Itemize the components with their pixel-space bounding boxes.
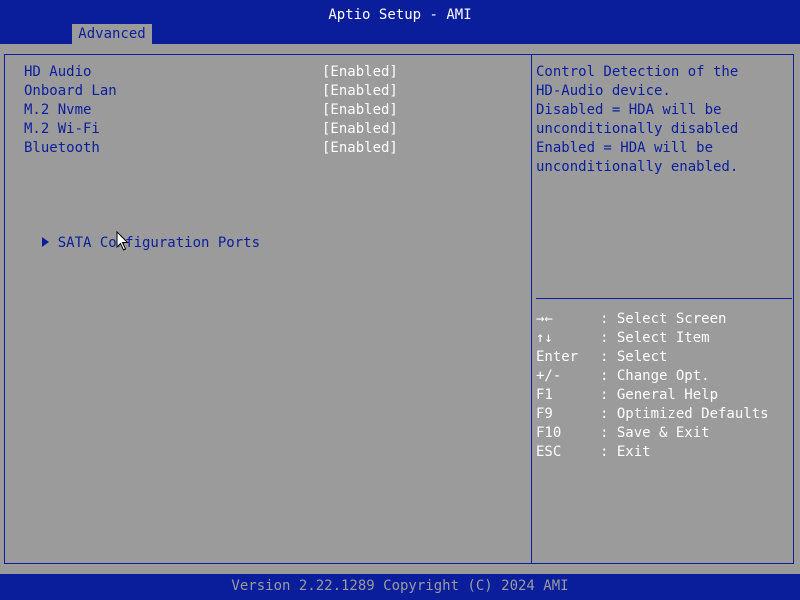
footer-bar: Version 2.22.1289 Copyright (C) 2024 AMI: [0, 574, 800, 600]
key-name: →←: [536, 311, 553, 327]
key-row-change-opt: +/- : Change Opt.: [536, 367, 792, 386]
setting-value[interactable]: [Enabled]: [322, 82, 398, 101]
app-title: Aptio Setup - AMI: [328, 7, 472, 23]
help-line: unconditionally enabled.: [536, 159, 739, 175]
help-line: HD-Audio device.: [536, 83, 671, 99]
key-row-select: Enter : Select: [536, 348, 792, 367]
key-desc: : Select Item: [600, 330, 710, 346]
key-desc: : Save & Exit: [600, 425, 710, 441]
key-desc: : Select: [600, 349, 668, 365]
key-row-save-exit: F10 : Save & Exit: [536, 424, 792, 443]
key-row-optimized-defaults: F9 : Optimized Defaults: [536, 405, 792, 424]
key-desc: : Exit: [600, 444, 651, 460]
help-text: Control Detection of the HD-Audio device…: [536, 63, 790, 177]
setting-row-m2-nvme[interactable]: M.2 Nvme [Enabled]: [24, 101, 404, 120]
setting-value[interactable]: [Enabled]: [322, 63, 398, 82]
key-desc: : General Help: [600, 387, 719, 403]
setting-label: Bluetooth: [24, 140, 100, 156]
setting-value[interactable]: [Enabled]: [322, 139, 398, 158]
key-name: ESC: [536, 444, 562, 460]
setting-value[interactable]: [Enabled]: [322, 101, 398, 120]
help-divider-horizontal: [536, 298, 792, 299]
key-desc: : Change Opt.: [600, 368, 710, 384]
key-name: F9: [536, 406, 553, 422]
settings-list: HD Audio [Enabled] Onboard Lan [Enabled]…: [24, 63, 404, 158]
key-row-select-screen: →← : Select Screen: [536, 310, 792, 329]
key-desc: : Optimized Defaults: [600, 406, 769, 422]
submenu-sata-configuration-ports[interactable]: SATA Configuration Ports: [8, 215, 260, 272]
setting-row-m2-wifi[interactable]: M.2 Wi-Fi [Enabled]: [24, 120, 404, 139]
help-line: Control Detection of the: [536, 64, 739, 80]
setting-label: M.2 Nvme: [24, 102, 92, 118]
key-name: Enter: [536, 349, 579, 365]
key-row-general-help: F1 : General Help: [536, 386, 792, 405]
setting-row-onboard-lan[interactable]: Onboard Lan [Enabled]: [24, 82, 404, 101]
key-row-select-item: ↑↓ : Select Item: [536, 329, 792, 348]
setting-row-bluetooth[interactable]: Bluetooth [Enabled]: [24, 139, 404, 158]
panel-divider-vertical: [531, 54, 532, 564]
key-desc: : Select Screen: [600, 311, 727, 327]
key-name: ↑↓: [536, 330, 553, 346]
key-row-exit: ESC : Exit: [536, 443, 792, 462]
mouse-pointer-icon: [116, 231, 129, 251]
help-line: Disabled = HDA will be: [536, 102, 722, 118]
submenu-label: SATA Configuration Ports: [57, 235, 261, 251]
setting-row-hd-audio[interactable]: HD Audio [Enabled]: [24, 63, 404, 82]
key-name: +/-: [536, 368, 562, 384]
setting-label: HD Audio: [24, 64, 92, 80]
triangle-right-icon: [41, 237, 49, 247]
setting-label: Onboard Lan: [24, 83, 117, 99]
setting-value[interactable]: [Enabled]: [322, 120, 398, 139]
title-bar: Aptio Setup - AMI Advanced: [0, 0, 800, 44]
help-line: unconditionally disabled: [536, 121, 739, 137]
tab-advanced[interactable]: Advanced: [72, 24, 152, 44]
setting-label: M.2 Wi-Fi: [24, 121, 100, 137]
main-panel: HD Audio [Enabled] Onboard Lan [Enabled]…: [0, 44, 800, 574]
key-name: F10: [536, 425, 562, 441]
help-line: Enabled = HDA will be: [536, 140, 714, 156]
key-name: F1: [536, 387, 553, 403]
key-legend: →← : Select Screen ↑↓ : Select Item Ente…: [536, 310, 792, 462]
version-copyright: Version 2.22.1289 Copyright (C) 2024 AMI: [231, 578, 569, 594]
